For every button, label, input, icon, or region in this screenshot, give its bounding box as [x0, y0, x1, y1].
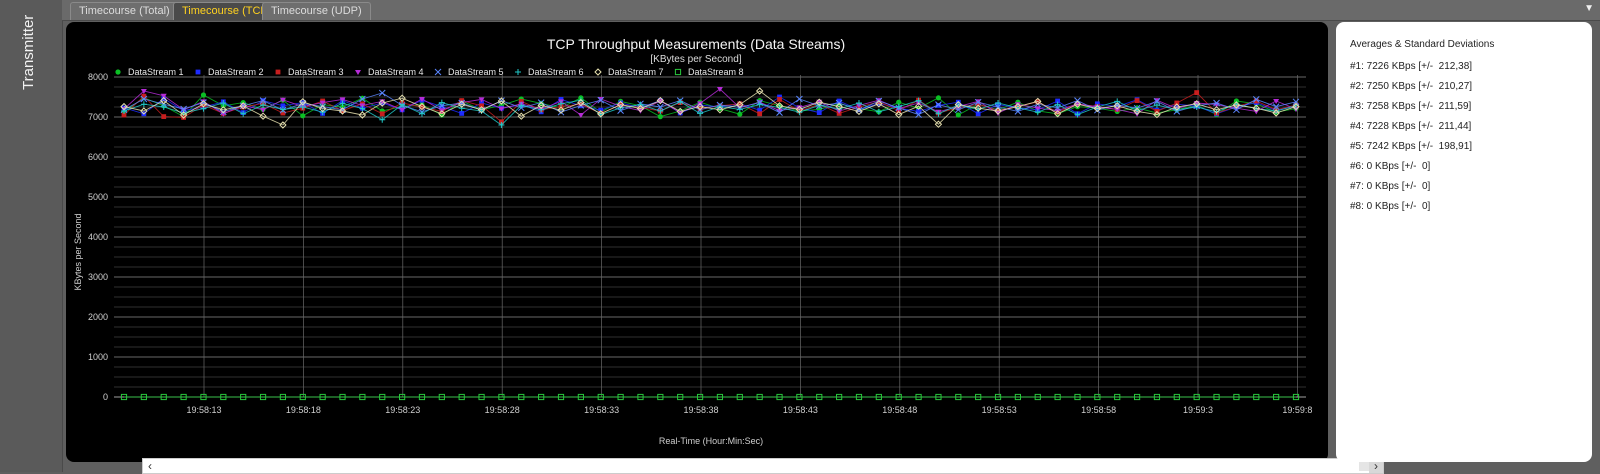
series-line	[123, 99, 1297, 126]
data-point	[875, 108, 882, 115]
y-tick-label: 4000	[88, 232, 108, 242]
y-tick-label: 8000	[88, 72, 108, 82]
data-point	[379, 111, 385, 117]
tab-timecourse-udp[interactable]: Timecourse (UDP)	[262, 2, 371, 20]
data-point	[757, 111, 763, 117]
stat-line-7: #7: 0 KBps [+/- 0]	[1350, 181, 1431, 192]
x-tick-label: 19:58:33	[584, 405, 619, 415]
dropdown-menu-icon[interactable]: ▼	[1584, 3, 1594, 14]
y-axis-label: KBytes per Second	[73, 213, 83, 290]
legend-marker	[515, 69, 521, 75]
chart-panel: TCP Throughput Measurements (Data Stream…	[66, 22, 1384, 474]
legend-label: DataStream 7	[608, 67, 664, 77]
data-point	[657, 114, 663, 120]
y-tick-label: 2000	[88, 312, 108, 322]
data-point	[458, 105, 465, 112]
y-tick-label: 7000	[88, 112, 108, 122]
legend-label: DataStream 3	[288, 67, 344, 77]
data-point	[459, 111, 465, 116]
y-tick-label: 6000	[88, 152, 108, 162]
legend-marker	[434, 68, 442, 76]
data-point	[378, 89, 386, 97]
sidebar-label: Transmitter	[20, 14, 37, 90]
x-tick-label: 19:58:43	[783, 405, 818, 415]
data-point	[300, 113, 306, 119]
data-point	[161, 114, 167, 119]
data-point	[200, 92, 207, 98]
chart-subtitle: [KBytes per Second]	[650, 54, 741, 65]
stat-line-5: #5: 7242 KBps [+/- 198,91]	[1350, 141, 1473, 152]
legend-marker	[275, 69, 281, 75]
stats-title: Averages & Standard Deviations	[1350, 39, 1495, 50]
stat-line-8: #8: 0 KBps [+/- 0]	[1350, 201, 1431, 212]
data-point	[1134, 98, 1140, 103]
legend-marker	[115, 69, 121, 75]
throughput-chart: TCP Throughput Measurements (Data Stream…	[73, 36, 1312, 446]
y-tick-label: 5000	[88, 192, 108, 202]
x-tick-label: 19:58:23	[385, 405, 420, 415]
x-tick-label: 19:59:3	[1183, 405, 1213, 415]
stat-line-4: #4: 7228 KBps [+/- 211,44]	[1350, 121, 1472, 132]
legend-marker	[355, 70, 361, 75]
data-point	[935, 95, 942, 101]
x-axis-label: Real-Time (Hour:Min:Sec)	[659, 436, 763, 446]
legend-marker	[195, 69, 201, 75]
x-tick-label: 19:59:8	[1282, 405, 1312, 415]
legend-label: DataStream 2	[208, 67, 264, 77]
legend-label: DataStream 8	[688, 67, 744, 77]
tab-bar: Timecourse (Total) Timecourse (TCP) Time…	[62, 0, 1600, 21]
legend-label: DataStream 1	[128, 67, 184, 77]
x-tick-label: 19:58:38	[683, 405, 718, 415]
x-tick-label: 19:58:53	[982, 405, 1017, 415]
stat-line-3: #3: 7258 KBps [+/- 211,59]	[1350, 101, 1472, 112]
legend-label: DataStream 5	[448, 67, 504, 77]
stats-panel: Averages & Standard Deviations #1: 7226 …	[1336, 22, 1592, 462]
chart-title: TCP Throughput Measurements (Data Stream…	[547, 36, 845, 52]
tab-timecourse-total[interactable]: Timecourse (Total)	[70, 2, 179, 20]
legend-marker	[594, 68, 602, 76]
y-tick-label: 1000	[88, 352, 108, 362]
x-tick-label: 19:58:48	[882, 405, 917, 415]
scroll-left-icon[interactable]: ‹	[143, 459, 157, 473]
x-tick-label: 19:58:18	[286, 405, 321, 415]
x-tick-label: 19:58:13	[186, 405, 221, 415]
legend-label: DataStream 6	[528, 67, 584, 77]
data-point	[816, 110, 822, 115]
legend-marker	[674, 68, 682, 76]
y-tick-label: 3000	[88, 272, 108, 282]
legend-label: DataStream 4	[368, 67, 424, 77]
transmitter-sidebar: Transmitter	[0, 0, 63, 472]
data-point	[777, 97, 782, 102]
data-point	[955, 112, 961, 118]
x-tick-label: 19:58:58	[1081, 405, 1116, 415]
data-point	[1194, 90, 1200, 95]
data-point	[140, 101, 147, 108]
stat-line-6: #6: 0 KBps [+/- 0]	[1350, 161, 1431, 172]
data-point	[418, 110, 425, 117]
stat-line-1: #1: 7226 KBps [+/- 212,38]	[1350, 61, 1473, 72]
stat-line-2: #2: 7250 KBps [+/- 210,27]	[1350, 81, 1473, 92]
x-tick-label: 19:58:28	[485, 405, 520, 415]
y-tick-label: 0	[103, 392, 108, 402]
scroll-thumb[interactable]	[1359, 461, 1369, 471]
